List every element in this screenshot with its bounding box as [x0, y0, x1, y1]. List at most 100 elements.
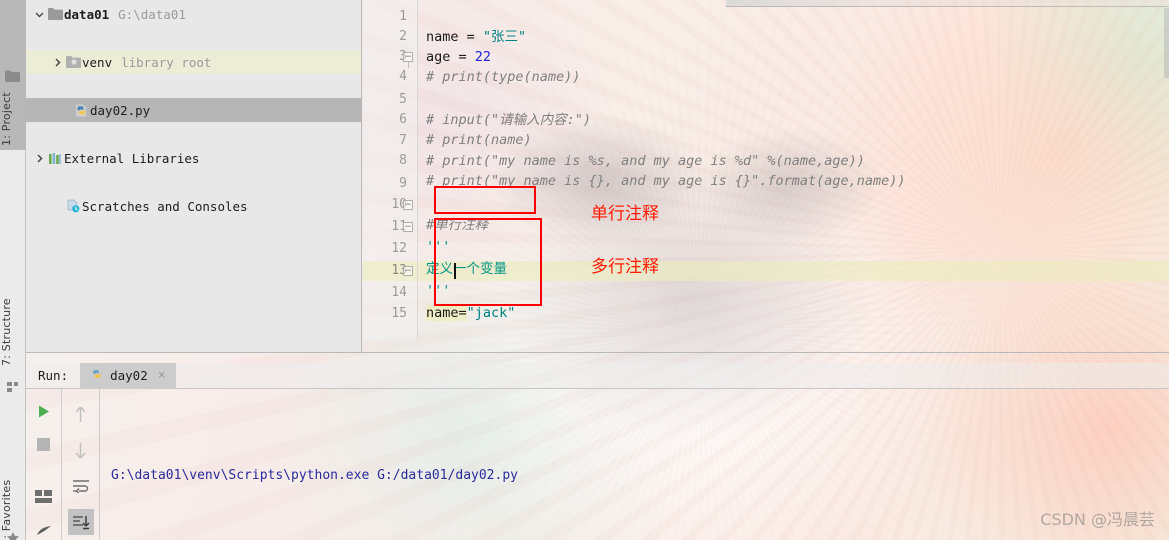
soft-wrap-icon[interactable]: [68, 473, 94, 499]
code-line-5[interactable]: # input("请输入内容:"): [418, 90, 1169, 128]
code-fold-collapse-icon[interactable]: −: [403, 200, 413, 210]
code-line-13[interactable]: ''': [418, 261, 1169, 299]
code-token-comment: # print("my name is {}, and my age is {}…: [426, 173, 906, 189]
close-icon[interactable]: ×: [158, 368, 166, 383]
run-window-label: Run:: [38, 368, 69, 383]
tree-node-venv[interactable]: venv library root: [26, 50, 361, 74]
line-number: 3: [363, 47, 407, 67]
code-line-15[interactable]: [418, 304, 1169, 324]
sidebar-tab-favorites[interactable]: 2: Favorites: [0, 440, 26, 540]
line-number: 9: [399, 176, 407, 191]
line-number: 10: [391, 197, 407, 212]
python-file-icon: [72, 103, 90, 118]
tree-node-scratches-and-consoles[interactable]: Scratches and Consoles: [26, 194, 361, 218]
line-number: 2: [399, 29, 407, 44]
line-number: 7: [399, 133, 407, 148]
tree-node-data01[interactable]: data01 G:\data01: [26, 2, 361, 26]
code-token-selected: name=: [426, 305, 467, 321]
chevron-right-icon[interactable]: [32, 153, 46, 163]
run-console-output[interactable]: G:\data01\venv\Scripts\python.exe G:/dat…: [101, 389, 1169, 540]
tree-node-day02py[interactable]: day02.py: [26, 98, 361, 122]
code-line-1[interactable]: name = "张三": [418, 7, 1169, 45]
annotation-label-multi-line: 多行注释: [591, 257, 659, 277]
folder-excluded-icon: [64, 56, 82, 68]
stop-icon[interactable]: [31, 434, 57, 455]
line-number: 4: [399, 69, 407, 84]
code-token: age =: [426, 49, 475, 65]
code-token-string: "张三": [482, 29, 527, 45]
code-line-11[interactable]: ''': [418, 217, 1169, 255]
code-line-3[interactable]: # print(type(name)): [418, 47, 1169, 85]
code-line-2[interactable]: age = 22: [418, 27, 1169, 65]
code-token-docstring: 定义一个变量: [426, 261, 507, 277]
code-token-comment: # input("请输入内容:"): [426, 112, 592, 128]
tree-node-label: data01: [64, 6, 110, 22]
code-token-comment: # print(type(name)): [426, 69, 581, 85]
line-number: 11: [391, 219, 407, 234]
code-text-area[interactable]: name = "张三" age = 22 # print(type(name))…: [418, 0, 1169, 340]
scroll-to-end-icon[interactable]: [67, 509, 94, 535]
tool-window-splitter[interactable]: [26, 352, 1169, 353]
code-token-string: "jack": [466, 305, 516, 321]
code-token-comment: #单行注释: [426, 217, 489, 233]
line-number: 14: [391, 285, 407, 300]
csdn-watermark: CSDN @冯晨芸: [1040, 510, 1155, 529]
layout-icon[interactable]: [31, 487, 57, 508]
up-arrow-icon[interactable]: [68, 401, 94, 427]
text-caret: [454, 263, 456, 279]
code-line-12[interactable]: 定义一个变量: [418, 239, 1169, 277]
editor-gutter[interactable]: 1 2 3 4 5 6 7 8 9 10 11 12 13 14 15 − − …: [363, 0, 418, 340]
tree-node-tag: library root: [121, 54, 212, 70]
editor-tab-bar: [726, 0, 1169, 7]
run-toolbar-left: [26, 389, 62, 540]
code-token-docstring: ''': [426, 239, 451, 255]
code-fold-collapse-icon[interactable]: −: [403, 52, 413, 62]
line-number-current: 13: [391, 263, 407, 278]
tree-node-label: day02.py: [90, 102, 151, 118]
line-number: 1: [399, 9, 407, 24]
console-line-command: G:\data01\venv\Scripts\python.exe G:/dat…: [111, 468, 518, 483]
line-number: 5: [399, 92, 407, 107]
code-fold-collapse-icon[interactable]: −: [403, 266, 413, 276]
code-token-comment: # print("my name is %s, and my age is %d…: [426, 153, 865, 169]
tree-node-external-libraries[interactable]: External Libraries: [26, 146, 361, 170]
tree-node-path: G:\data01: [118, 6, 186, 22]
line-number: 8: [399, 153, 407, 168]
chevron-down-icon[interactable]: [32, 10, 46, 19]
code-token-number: 22: [474, 49, 492, 65]
code-token-comment: # print(name): [426, 132, 532, 148]
folder-icon: [46, 8, 64, 20]
sidebar-tab-structure-label: 7: Structure: [0, 298, 13, 366]
code-fold-collapse-icon[interactable]: −: [403, 222, 413, 232]
favorites-icon: [6, 529, 20, 540]
libraries-icon: [46, 152, 64, 165]
code-token-docstring: ''': [426, 283, 451, 299]
pycharm-window: 1: Project 7: Structure 2: Favorites dat…: [0, 0, 1169, 540]
project-tool-window: data01 G:\data01 venv library root day02…: [26, 0, 362, 352]
structure-icon: [7, 378, 19, 397]
run-tool-window-header: Run: day02 ×: [26, 362, 1169, 389]
code-token: name =: [426, 29, 483, 45]
run-tab-day02[interactable]: day02 ×: [80, 362, 176, 389]
folder-icon: [5, 68, 20, 87]
down-arrow-icon[interactable]: [68, 437, 94, 463]
run-toolbar-right: [62, 389, 100, 540]
line-number: 6: [399, 112, 407, 127]
scratches-icon: [64, 199, 82, 213]
line-number: 12: [391, 241, 407, 256]
code-fold-tail: [408, 62, 409, 68]
code-line-14[interactable]: name="jack": [418, 283, 1169, 321]
chevron-right-icon[interactable]: [50, 57, 64, 67]
pin-icon[interactable]: [31, 519, 57, 540]
tree-node-label: Scratches and Consoles: [82, 198, 248, 214]
editor-vertical-scrollbar[interactable]: [1164, 8, 1169, 78]
annotation-label-single-line: 单行注释: [591, 204, 659, 224]
sidebar-tab-structure[interactable]: 7: Structure: [0, 265, 26, 370]
code-line-10[interactable]: #单行注释: [418, 195, 1169, 233]
left-tool-strip: 1: Project 7: Structure 2: Favorites: [0, 0, 26, 540]
run-tab-label: day02: [110, 368, 148, 383]
tree-node-label: venv: [82, 54, 113, 70]
code-editor[interactable]: 1 2 3 4 5 6 7 8 9 10 11 12 13 14 15 − − …: [363, 0, 1169, 340]
run-icon[interactable]: [31, 401, 57, 422]
sidebar-tab-project-label: 1: Project: [0, 92, 13, 146]
